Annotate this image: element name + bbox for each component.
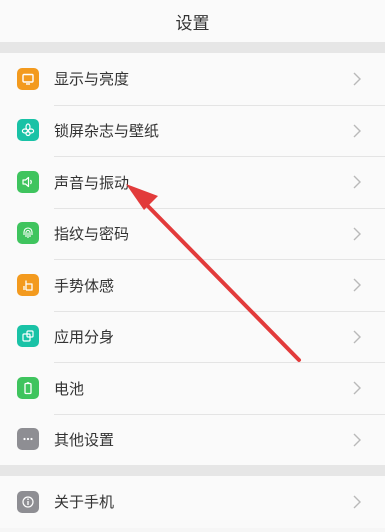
more-icon (17, 428, 39, 451)
settings-item-fingerprint[interactable]: 指纹与密码 (0, 207, 385, 260)
settings-item-label: 关于手机 (54, 493, 115, 512)
info-icon (17, 490, 39, 513)
settings-item-label: 声音与振动 (54, 173, 130, 192)
settings-item-label: 指纹与密码 (54, 225, 130, 244)
flower-icon (17, 119, 39, 142)
hand-icon (17, 273, 39, 296)
page-header: 设置 (0, 0, 385, 42)
settings-item-other[interactable]: 其他设置 (0, 413, 385, 466)
app-clone-icon (17, 325, 39, 348)
page-title: 设置 (175, 13, 210, 34)
chevron-right-icon (353, 433, 361, 447)
settings-item-lockscreen[interactable]: 锁屏杂志与壁纸 (0, 104, 385, 157)
settings-item-sound[interactable]: 声音与振动 (0, 156, 385, 208)
chevron-right-icon (353, 124, 361, 138)
fingerprint-icon (17, 222, 39, 245)
section-divider (0, 42, 385, 53)
battery-icon (17, 376, 39, 399)
settings-item-about-phone[interactable]: 关于手机 (0, 476, 385, 528)
settings-item-app-clone[interactable]: 应用分身 (0, 310, 385, 363)
chevron-right-icon (353, 278, 361, 292)
settings-item-label: 显示与亮度 (54, 70, 130, 89)
settings-item-label: 应用分身 (54, 328, 115, 347)
chevron-right-icon (353, 227, 361, 241)
settings-group-about: 关于手机 (0, 476, 385, 528)
settings-item-display[interactable]: 显示与亮度 (0, 53, 385, 105)
settings-group-main: 显示与亮度 锁屏杂志与壁纸 声音与振动 指纹与密码 手势体感 应用分身 电池 其… (0, 53, 385, 465)
settings-item-label: 手势体感 (54, 276, 115, 295)
settings-item-battery[interactable]: 电池 (0, 362, 385, 414)
settings-item-label: 电池 (54, 379, 85, 398)
chevron-right-icon (353, 330, 361, 344)
settings-item-gestures[interactable]: 手势体感 (0, 259, 385, 311)
chevron-right-icon (353, 72, 361, 86)
section-divider (0, 465, 385, 476)
chevron-right-icon (353, 175, 361, 189)
chevron-right-icon (353, 495, 361, 509)
display-icon (17, 67, 39, 90)
chevron-right-icon (353, 381, 361, 395)
settings-item-label: 锁屏杂志与壁纸 (54, 122, 160, 141)
speaker-icon (17, 170, 39, 193)
settings-item-label: 其他设置 (54, 431, 115, 450)
